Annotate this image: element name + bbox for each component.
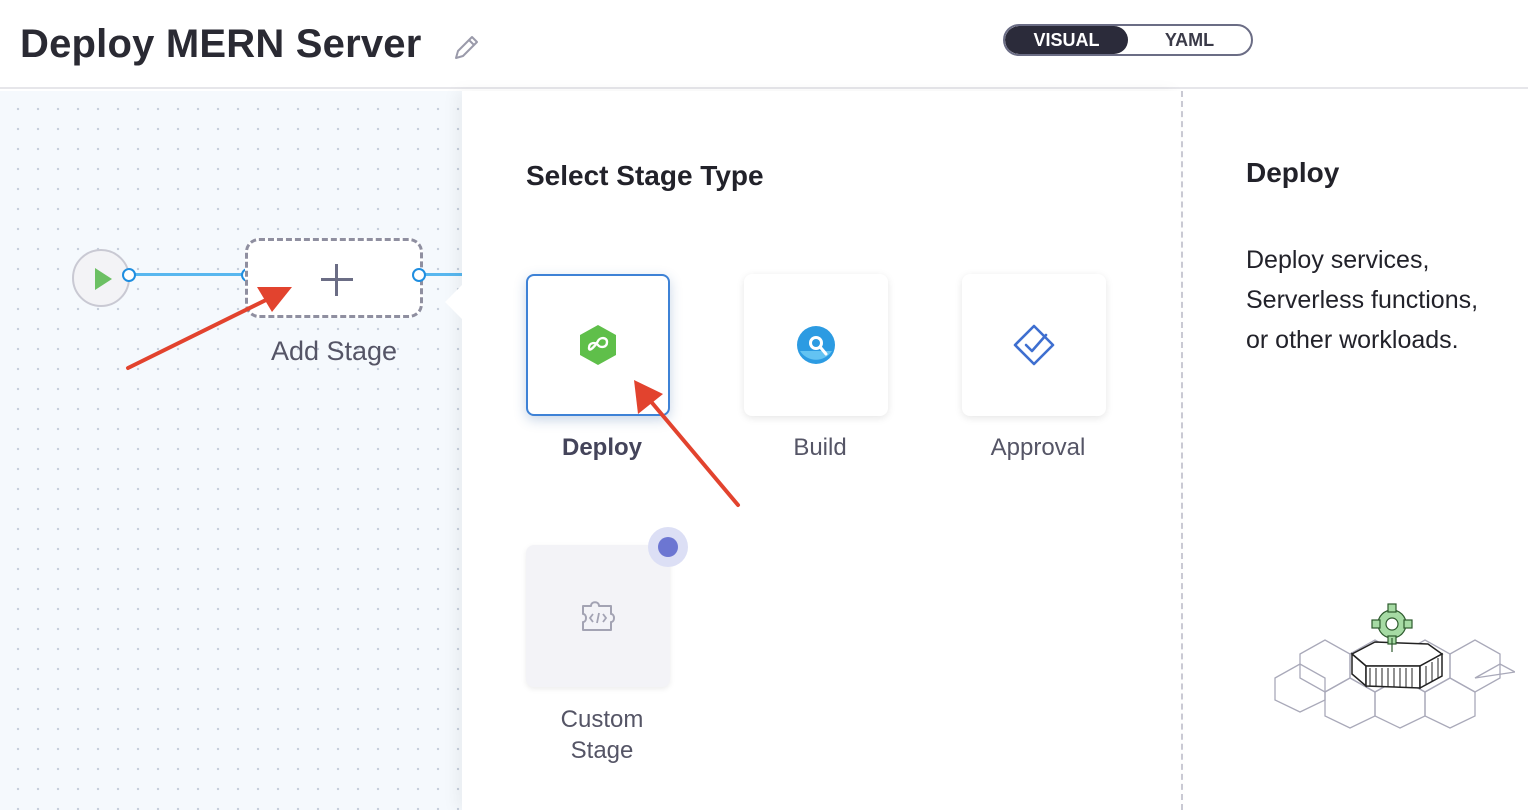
link-port xyxy=(412,268,426,282)
stage-label-custom-line2: Stage xyxy=(570,737,634,764)
add-stage-button[interactable] xyxy=(245,238,423,318)
stage-label-build: Build xyxy=(793,434,847,461)
stage-card-custom[interactable] xyxy=(526,545,670,687)
stage-card-build[interactable] xyxy=(744,274,888,416)
stage-description-line: Deploy services, xyxy=(1246,246,1430,274)
deploy-illustration xyxy=(1274,603,1515,729)
stage-card-approval[interactable] xyxy=(962,274,1106,416)
custom-stage-icon xyxy=(582,601,615,631)
pipeline-link xyxy=(425,273,465,276)
pipeline-start-node[interactable] xyxy=(72,249,130,307)
stage-card-deploy[interactable] xyxy=(526,274,670,416)
yaml-tab[interactable]: YAML xyxy=(1128,26,1251,54)
stage-label-approval: Approval xyxy=(990,434,1086,461)
new-badge xyxy=(648,527,688,567)
pipeline-link xyxy=(130,273,248,276)
view-toggle: VISUAL YAML xyxy=(1003,24,1253,56)
panel-divider xyxy=(1181,91,1183,810)
visual-tab[interactable]: VISUAL xyxy=(1005,26,1128,54)
stage-description-title: Deploy xyxy=(1246,157,1340,188)
approval-icon xyxy=(1013,324,1055,366)
pipeline-canvas: Add Stage xyxy=(0,91,465,810)
add-stage-label: Add Stage xyxy=(270,336,398,366)
stage-description-line: Serverless functions, xyxy=(1246,286,1479,314)
select-stage-type-title: Select Stage Type xyxy=(526,160,764,191)
play-icon xyxy=(95,268,112,290)
stage-label-deploy: Deploy xyxy=(561,434,642,461)
pipeline-header: Deploy MERN Server VISUAL YAML xyxy=(0,0,1528,89)
pipeline-title: Deploy MERN Server xyxy=(20,22,422,66)
stage-description-line: or other workloads. xyxy=(1246,326,1459,354)
link-port xyxy=(122,268,136,282)
stage-label-custom-line1: Custom xyxy=(560,706,644,733)
pencil-edit-icon[interactable] xyxy=(448,30,484,66)
deploy-icon xyxy=(580,325,616,365)
build-icon xyxy=(797,326,835,364)
